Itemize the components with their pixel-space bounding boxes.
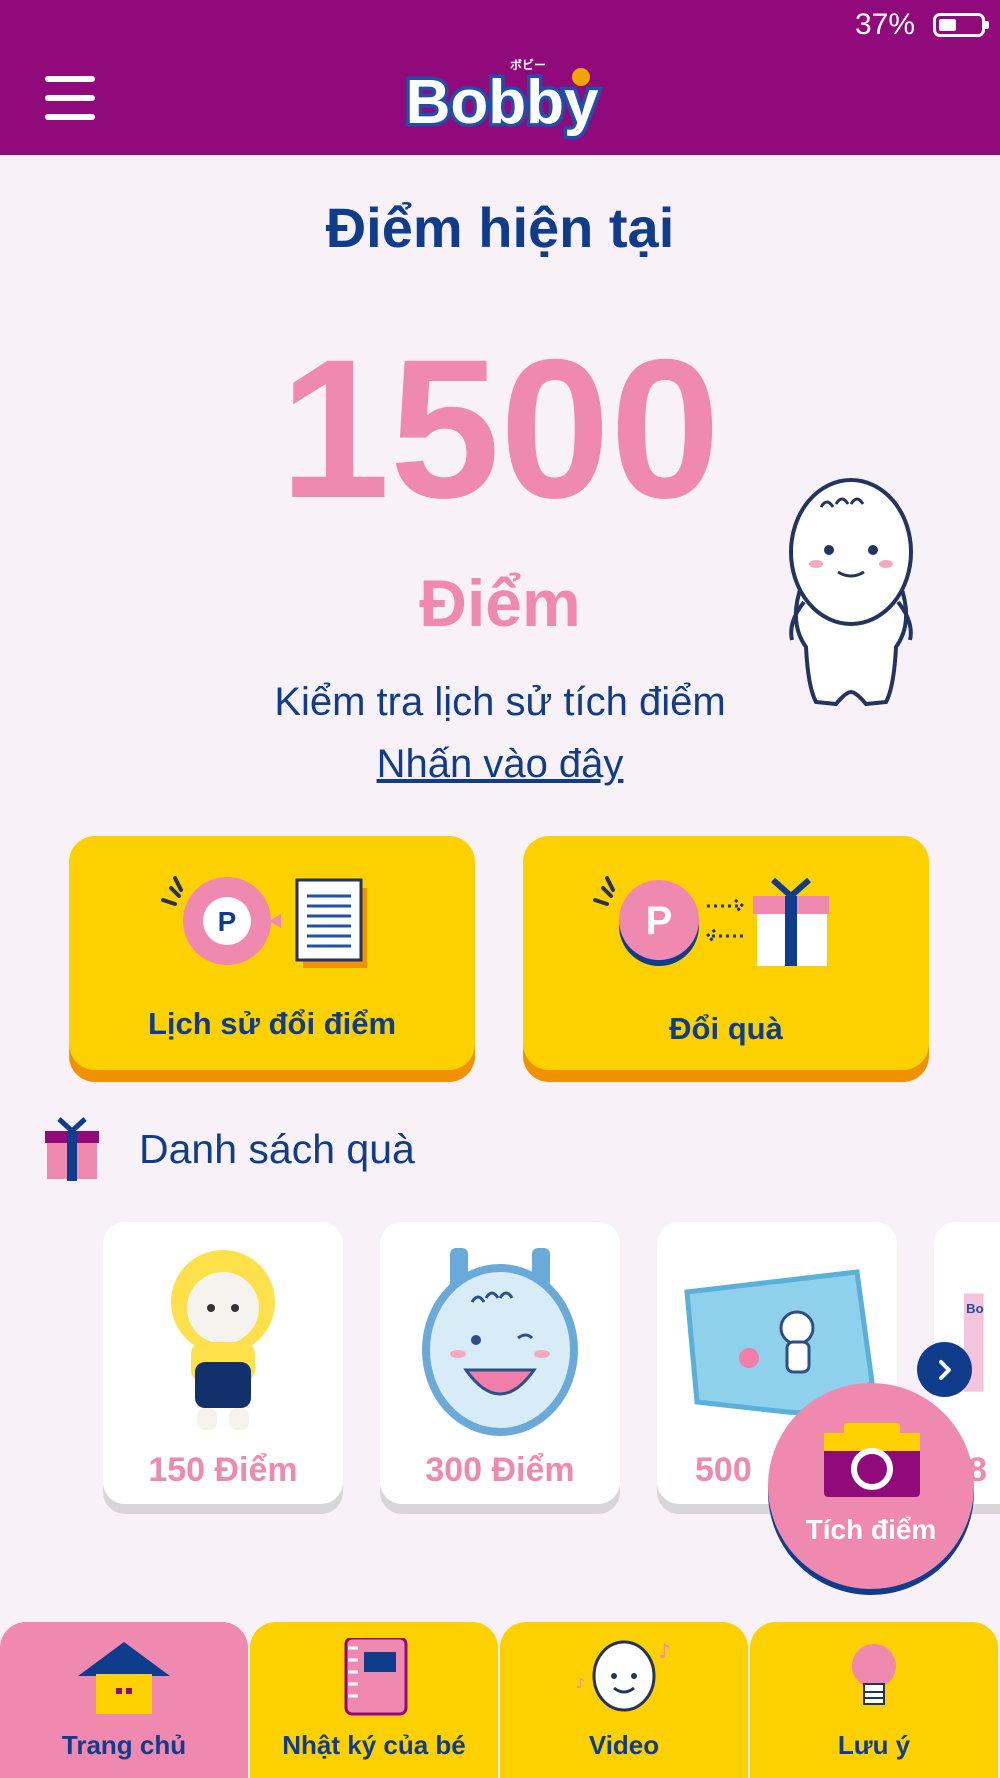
gift-list-title: Danh sách quà [139,1126,415,1172]
exchange-gift-card[interactable]: P Đổi quà [523,836,929,1070]
svg-text:Bo: Bo [966,1301,983,1316]
notebook-icon [344,1638,408,1716]
gift-icon [45,1117,99,1181]
gift-image-diaper-pack: Bo [964,1293,984,1392]
chevron-right-icon [938,1359,951,1380]
exchange-gift-label: Đổi quà [669,1011,783,1046]
gift-points-label: 150 Điểm [148,1451,298,1489]
gift-image-backpack [422,1248,578,1436]
collect-points-button[interactable]: Tích điểm [768,1383,974,1589]
collect-points-label: Tích điểm [805,1514,937,1545]
points-history-icon: P [161,876,367,968]
page-title: Điểm hiện tại [325,196,675,259]
gift-list-header: Danh sách quà [45,1117,415,1182]
svg-text:ボビー: ボビー [510,57,546,72]
points-history-label: Lịch sử đổi điểm [147,1006,397,1041]
app-header: 37% Bobby ボビー [0,0,1000,155]
gift-image-plush-doll [171,1250,275,1430]
history-link[interactable]: Nhấn vào đây [0,742,1000,787]
svg-text:♪: ♪ [576,1676,585,1692]
tab-home-label: Trang chủ [61,1730,187,1760]
video-mascot-icon: ♪ ♪ [576,1639,671,1712]
svg-text:♪: ♪ [658,1639,671,1663]
bobby-logo: Bobby ボビー [402,57,602,141]
bobby-mascot-image [789,478,913,707]
gift-card[interactable]: 300 Điểm [380,1222,620,1504]
gift-card[interactable]: 150 Điểm [103,1222,343,1504]
tab-notes[interactable]: Lưu ý [750,1622,998,1778]
svg-text:P: P [646,899,673,943]
tab-video[interactable]: ♪ ♪ Video [500,1622,748,1778]
next-arrow-button[interactable] [917,1342,972,1397]
lightbulb-icon [852,1644,896,1705]
battery-percentage: 37% [854,8,915,41]
battery-icon [933,13,989,37]
hamburger-menu-icon[interactable] [45,76,95,120]
home-icon [78,1642,170,1714]
tab-home[interactable]: Trang chủ [0,1622,248,1778]
tab-notes-label: Lưu ý [837,1730,911,1760]
tab-video-label: Video [588,1730,660,1760]
svg-text:P: P [218,906,237,937]
tab-baby-diary-label: Nhật ký của bé [282,1730,466,1760]
points-exchange-gift-icon: P [593,876,829,966]
camera-icon [824,1423,920,1497]
points-history-card[interactable]: P Lịch sử đổi điểm [69,836,475,1070]
gift-points-label: 300 Điểm [425,1451,575,1489]
bottom-tab-bar: Trang chủ Nhật ký của bé ♪ ♪ Video Lưu ý [0,1622,1000,1778]
tab-baby-diary[interactable]: Nhật ký của bé [250,1622,498,1778]
svg-text:Bobby: Bobby [406,68,599,137]
